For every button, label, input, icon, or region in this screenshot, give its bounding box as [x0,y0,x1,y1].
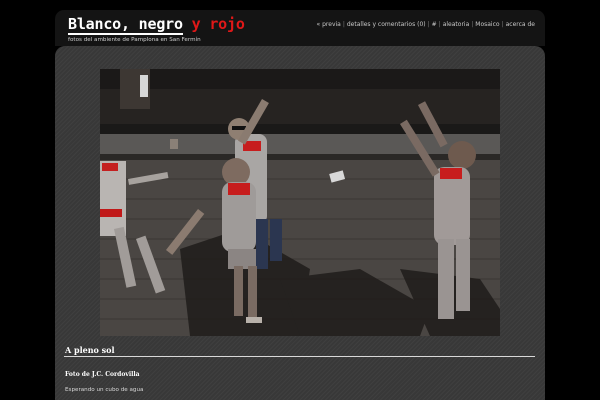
nav-separator: | [438,21,441,28]
nav-link-details-comments[interactable]: detalles y comentarios (0) [347,21,426,28]
site-header: Blanco, negro y rojo fotos del ambiente … [55,10,545,46]
site-logo[interactable]: Blanco, negro y rojo [68,15,245,35]
nav-link-mosaic[interactable]: Mosaico [475,21,499,28]
nav-separator: | [427,21,430,28]
nav-link-about[interactable]: acerca de [506,21,535,28]
site-tagline: fotos del ambiente de Pamplona en San Fe… [68,37,201,43]
page: Blanco, negro y rojo fotos del ambiente … [0,0,600,400]
photo-illustration [100,69,500,336]
nav-link-previous[interactable]: « previa [317,21,341,28]
main-photo[interactable] [100,69,500,336]
nav-link-random[interactable]: aleatoria [443,21,470,28]
nav-separator: | [501,21,504,28]
nav-separator: | [342,21,345,28]
title-divider [64,356,535,357]
top-nav: « previa | detalles y comentarios (0) | # | al… [317,21,535,28]
logo-word-blanco: Blanco, [68,15,130,35]
nav-link-permalink[interactable]: # [432,21,437,28]
post-title: A pleno sol [65,345,115,355]
content-panel: A pleno sol Foto de J.C. Cordovilla Espe… [55,46,545,400]
logo-space [129,15,139,35]
logo-word-rojo: y rojo [191,15,245,33]
photo-credit: Foto de J.C. Cordovilla [65,371,140,378]
logo-word-negro: negro [138,15,183,35]
photo-caption: Esperando un cubo de agua [65,387,144,393]
nav-separator: | [471,21,474,28]
